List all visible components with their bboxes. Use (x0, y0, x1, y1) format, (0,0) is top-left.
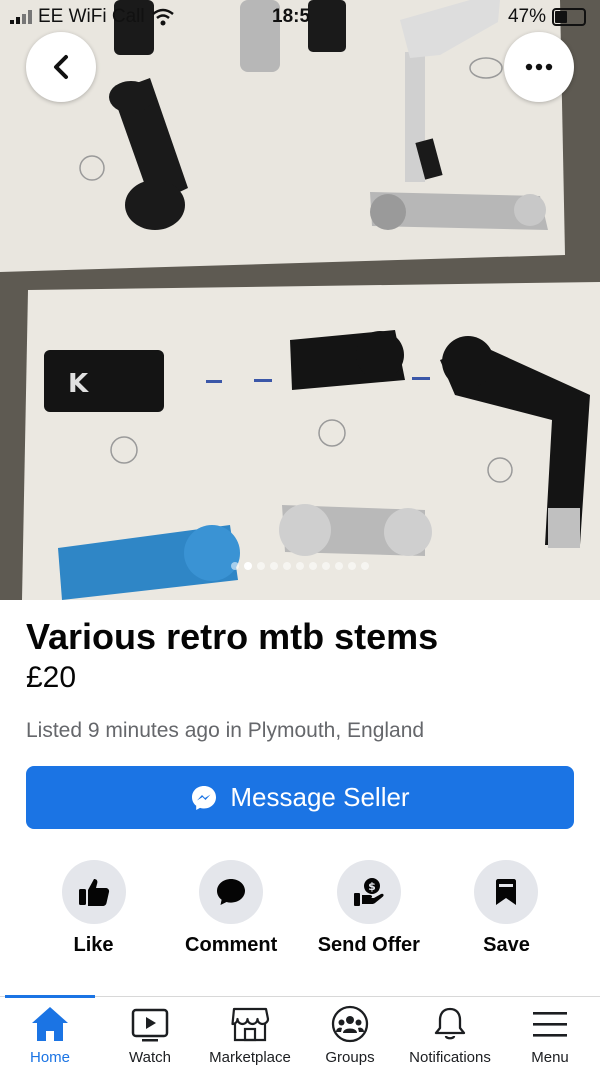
menu-icon (533, 1012, 567, 1037)
carousel-dot[interactable] (335, 562, 343, 570)
like-action[interactable]: Like (25, 860, 162, 957)
bookmark-icon (496, 879, 517, 905)
save-action[interactable]: Save (438, 860, 575, 957)
like-button[interactable] (61, 860, 126, 924)
battery-icon (552, 8, 586, 26)
send-offer-action[interactable]: $ Send Offer (300, 860, 437, 957)
comment-label: Comment (185, 934, 278, 956)
listing-actions: Like Comment $ Send Offer Save (25, 860, 575, 957)
thumbs-up-icon (78, 879, 109, 906)
marketplace-icon (231, 1007, 270, 1042)
tab-marketplace-label: Marketplace (209, 1049, 291, 1066)
like-label: Like (73, 934, 114, 956)
status-time: 18:5 (272, 6, 311, 27)
carousel-dot[interactable] (322, 562, 330, 570)
svg-text:$: $ (368, 880, 376, 893)
home-icon (32, 1007, 68, 1041)
bell-icon (434, 1007, 466, 1040)
battery-percent: 47% (507, 6, 546, 27)
carousel-dot[interactable] (309, 562, 317, 570)
chevron-left-icon (54, 55, 68, 79)
carousel-dot[interactable] (231, 562, 239, 570)
status-right: 47% (508, 6, 586, 28)
status-left: EE WiFi Call (10, 6, 175, 28)
carousel-indicator[interactable] (0, 562, 600, 570)
tab-marketplace[interactable]: Marketplace (200, 997, 300, 1069)
save-label: Save (483, 934, 530, 956)
wifi-icon (151, 8, 174, 26)
tab-notifications[interactable]: Notifications (400, 997, 500, 1069)
stems-photo-illustration: K (0, 0, 600, 600)
bottom-tab-bar: Home Watch Marketplace Groups Notificati… (0, 995, 600, 1069)
carousel-dot[interactable] (244, 562, 252, 570)
tab-home-label: Home (29, 1049, 70, 1066)
send-offer-icon: $ (353, 878, 384, 906)
tab-menu[interactable]: Menu (500, 997, 600, 1069)
more-dots-icon (525, 63, 553, 71)
tab-groups-label: Groups (325, 1049, 375, 1066)
messenger-icon (192, 785, 217, 810)
listing-photo[interactable]: K (0, 0, 600, 600)
tab-notifications-label: Notifications (409, 1049, 491, 1066)
svg-text:K: K (68, 369, 89, 399)
status-bar: EE WiFi Call 18:5 47% (0, 0, 600, 34)
comment-button[interactable] (199, 860, 264, 924)
comment-icon (217, 879, 246, 905)
carousel-dot[interactable] (283, 562, 291, 570)
comment-action[interactable]: Comment (163, 860, 300, 957)
listing-price: £20 (26, 661, 77, 694)
more-options-button[interactable] (504, 32, 574, 102)
tab-home[interactable]: Home (0, 995, 100, 1069)
listing-meta: Listed 9 minutes ago in Plymouth, Englan… (26, 719, 425, 742)
groups-icon (331, 1005, 369, 1043)
tab-menu-label: Menu (531, 1049, 569, 1066)
save-button[interactable] (474, 860, 539, 924)
carousel-dot[interactable] (296, 562, 304, 570)
carrier-label: EE WiFi Call (38, 6, 145, 27)
tab-watch[interactable]: Watch (100, 997, 200, 1069)
listing-title: Various retro mtb stems (26, 616, 439, 657)
send-offer-button[interactable]: $ (336, 860, 401, 924)
tab-watch-label: Watch (129, 1049, 171, 1066)
carousel-dot[interactable] (348, 562, 356, 570)
carousel-dot[interactable] (270, 562, 278, 570)
message-seller-button[interactable]: Message Seller (26, 766, 574, 829)
tab-groups[interactable]: Groups (300, 997, 400, 1069)
carousel-dot[interactable] (257, 562, 265, 570)
send-offer-label: Send Offer (317, 934, 420, 956)
message-seller-label: Message Seller (230, 782, 410, 812)
signal-icon (10, 10, 32, 24)
watch-icon (131, 1008, 169, 1042)
carousel-dot[interactable] (361, 562, 369, 570)
back-button[interactable] (26, 32, 96, 102)
